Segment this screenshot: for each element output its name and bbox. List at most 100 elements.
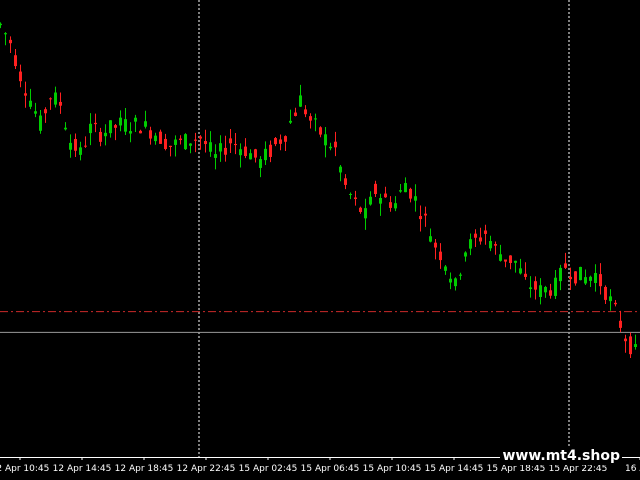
candle-body-up <box>519 268 522 274</box>
candle-body-up <box>189 143 192 146</box>
candle-body-down <box>359 207 362 212</box>
candle-body-down <box>9 39 12 44</box>
candle-body-up <box>429 236 432 242</box>
candle-body-up <box>154 135 157 142</box>
x-tick-label: 16 Apr <box>625 464 640 474</box>
candle-body-down <box>509 255 512 264</box>
candle-body-up <box>404 183 407 193</box>
candle-body-down <box>229 138 232 144</box>
candle-body-down <box>384 193 387 198</box>
candle-body-down <box>179 138 182 141</box>
x-tick-label: 15 Apr 18:45 <box>487 464 546 474</box>
candle-body-down <box>419 216 422 220</box>
candle-body-down <box>19 71 22 82</box>
candle-body-up <box>184 134 187 150</box>
candle-body-up <box>79 147 82 155</box>
candle-body-up <box>379 198 382 204</box>
candle-body-down <box>504 259 507 262</box>
candle-body-down <box>14 55 17 67</box>
candle-body-down <box>309 116 312 121</box>
chart-svg[interactable]: 12 Apr 10:45 12 Apr 14:4512 Apr 18:4512 A… <box>0 0 640 480</box>
x-tick-label: 15 Apr 06:45 <box>301 464 360 474</box>
x-tick-label: 15 Apr 02:45 <box>239 464 298 474</box>
candle-body-up <box>369 196 372 205</box>
candle-body-down <box>604 286 607 300</box>
candle-body-down <box>139 130 142 134</box>
candle-body-up <box>594 273 597 283</box>
candle-body-down <box>94 122 97 125</box>
candle-body-up <box>124 119 127 132</box>
candle-body-down <box>374 183 377 195</box>
candle-body-down <box>254 149 257 158</box>
candle-body-down <box>354 197 357 200</box>
candle-body-down <box>294 112 297 116</box>
candle-body-up <box>0 23 2 26</box>
candle-body-up <box>134 117 137 122</box>
candle-body-down <box>524 273 527 277</box>
candle-body-up <box>324 134 327 146</box>
candle-body-down <box>284 136 287 142</box>
candle-body-down <box>164 138 167 149</box>
candle-body-up <box>239 149 242 156</box>
candle-body-down <box>614 302 617 305</box>
candle-body-down <box>569 276 572 280</box>
x-tick-label: 15 Apr 14:45 <box>425 464 484 474</box>
candle-body-down <box>274 138 277 145</box>
candle-body-up <box>399 190 402 192</box>
candle-body-down <box>494 244 497 246</box>
candle-body-up <box>559 267 562 282</box>
candle-body-up <box>414 196 417 201</box>
candle-body-down <box>269 144 272 157</box>
candle-body-up <box>174 139 177 145</box>
candle-body-down <box>279 139 282 144</box>
candle-body-up <box>259 159 262 168</box>
candle-body-down <box>199 136 202 139</box>
candle-body-up <box>34 111 37 114</box>
candle-body-up <box>109 120 112 134</box>
candle-body-down <box>149 130 152 139</box>
candle-body-down <box>484 230 487 234</box>
candle-body-up <box>29 100 32 107</box>
candle-body-up <box>499 254 502 261</box>
candle-body-up <box>349 194 352 196</box>
candle-body-up <box>339 166 342 173</box>
candle-body-up <box>579 266 582 281</box>
candle-body-up <box>64 127 67 130</box>
candle-body-down <box>479 237 482 242</box>
candle-body-up <box>314 118 317 120</box>
candle-body-down <box>319 127 322 135</box>
candle-body-down <box>474 233 477 238</box>
price-chart[interactable]: 12 Apr 10:45 12 Apr 14:4512 Apr 18:4512 A… <box>0 0 640 480</box>
candle-body-up <box>249 153 252 160</box>
candle-body-up <box>4 33 7 35</box>
x-tick-label: 12 Apr 14:45 <box>53 464 112 474</box>
candle-body-up <box>219 143 222 152</box>
candle-body-down <box>114 125 117 128</box>
candle-body-down <box>169 145 172 148</box>
candle-body-up <box>39 115 42 131</box>
candle-body-up <box>144 121 147 127</box>
x-tick-label: 12 Apr 22:45 <box>177 464 236 474</box>
candle-body-down <box>624 338 627 342</box>
candle-body-down <box>344 178 347 185</box>
candle-body-up <box>299 95 302 107</box>
candle-body-down <box>564 263 567 268</box>
candle-body-down <box>159 131 162 144</box>
candle-body-down <box>49 98 52 100</box>
candle-body-up <box>104 132 107 137</box>
candle-body-up <box>364 208 367 219</box>
candle-body-up <box>454 278 457 287</box>
candle-body-down <box>534 281 537 290</box>
candle-body-down <box>44 109 47 114</box>
candle-body-up <box>444 266 447 271</box>
candle-body-down <box>409 188 412 199</box>
candle-body-down <box>389 202 392 208</box>
candle-body-up <box>529 287 532 289</box>
candle-body-up <box>449 278 452 283</box>
candle-body-down <box>244 146 247 157</box>
candle-body-up <box>119 117 122 126</box>
candle-body-down <box>434 242 437 248</box>
candle-body-up <box>464 252 467 257</box>
candle-body-up <box>589 276 592 281</box>
candle-body-down <box>549 290 552 296</box>
